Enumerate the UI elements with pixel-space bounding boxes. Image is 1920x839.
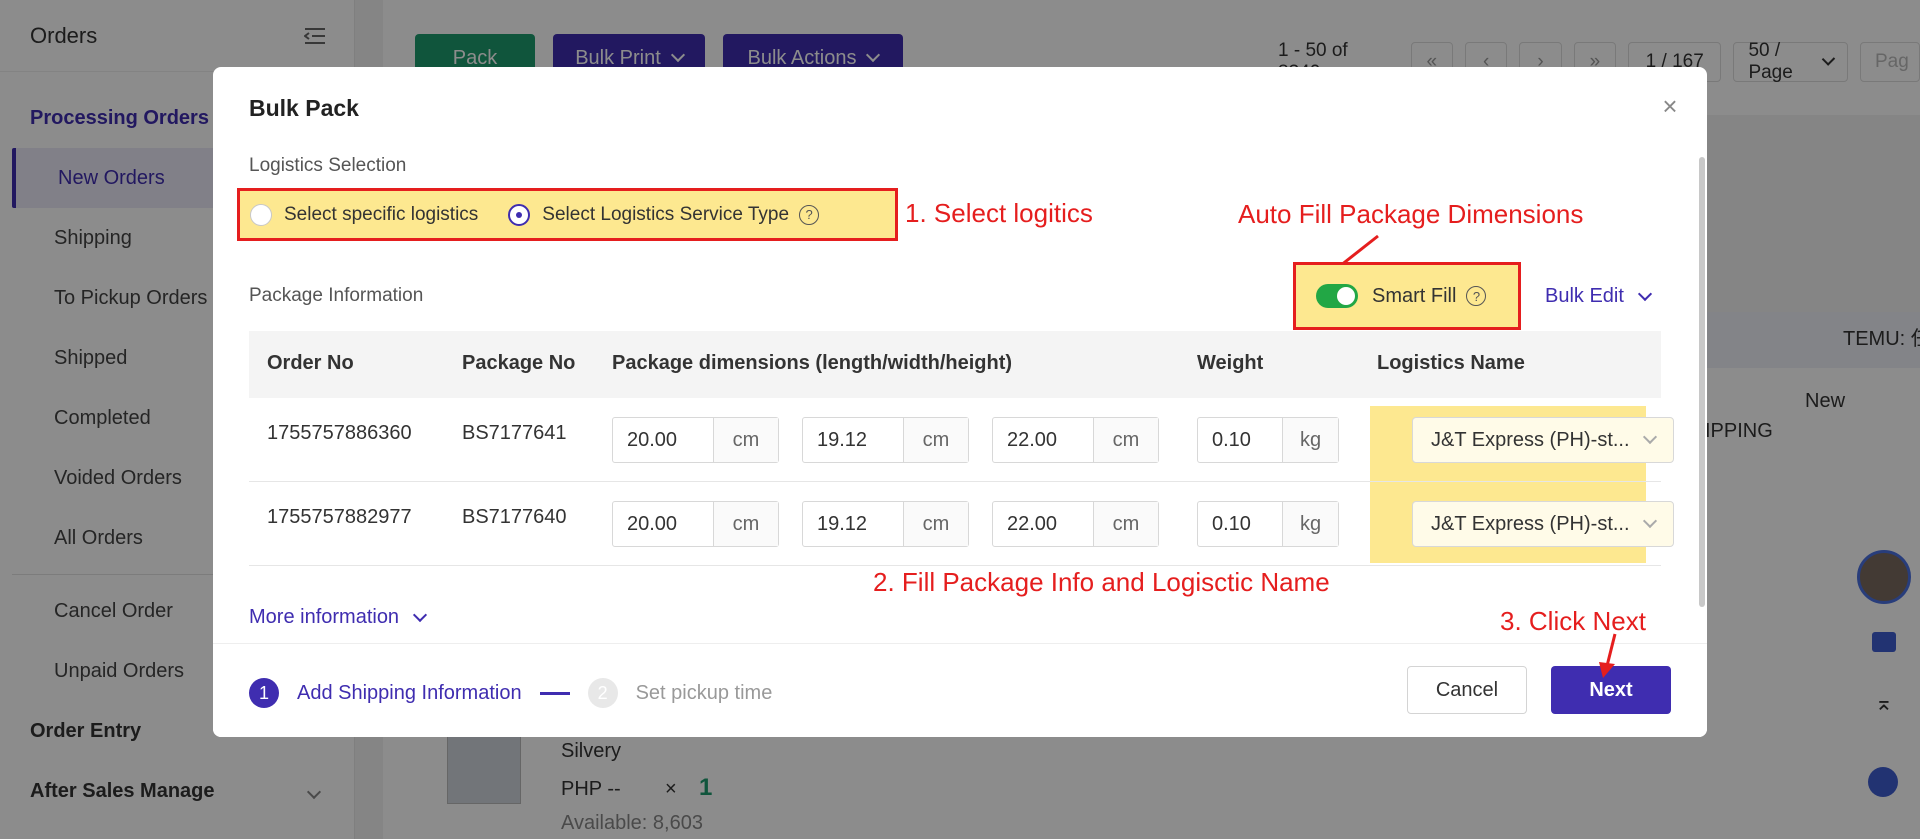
close-icon[interactable]: × bbox=[1657, 93, 1683, 119]
height-value: 22.00 bbox=[993, 418, 1094, 462]
help-icon[interactable]: ? bbox=[1466, 286, 1487, 306]
length-value: 20.00 bbox=[613, 418, 714, 462]
bulk-pack-modal: Bulk Pack × Logistics Selection Select s… bbox=[213, 67, 1707, 737]
table-row: 1755757882977 BS7177640 20.00 cm 19.12 cm … bbox=[249, 482, 1674, 566]
unit-cm: cm bbox=[714, 502, 778, 546]
smart-fill-label: Smart Fill bbox=[1372, 284, 1457, 307]
length-input[interactable]: 20.00 cm bbox=[612, 501, 779, 547]
more-information-toggle[interactable]: More information bbox=[249, 606, 428, 629]
annotation-auto-fill: Auto Fill Package Dimensions bbox=[1238, 199, 1584, 229]
annotation-select-logistics: 1. Select logitics bbox=[905, 198, 1093, 228]
col-dimensions: Package dimensions (length/width/height) bbox=[612, 352, 1013, 374]
modal-scrollbar[interactable] bbox=[1699, 157, 1705, 607]
unit-cm: cm bbox=[904, 502, 968, 546]
weight-value: 0.10 bbox=[1198, 502, 1283, 546]
unit-cm: cm bbox=[1094, 418, 1158, 462]
weight-value: 0.10 bbox=[1198, 418, 1283, 462]
stepper: 1 Add Shipping Information 2 Set pickup … bbox=[249, 678, 772, 708]
package-table: Order No Package No Package dimensions (… bbox=[249, 331, 1674, 566]
radio-label-service: Select Logistics Service Type bbox=[542, 203, 790, 225]
modal-title: Bulk Pack bbox=[249, 95, 359, 121]
col-package-no: Package No bbox=[462, 352, 576, 374]
annotation-fill-info: 2. Fill Package Info and Logisctic Name bbox=[873, 567, 1330, 597]
length-value: 20.00 bbox=[613, 502, 714, 546]
radio-unchecked-icon bbox=[250, 203, 272, 226]
logistics-name-value: J&T Express (PH)-st... bbox=[1431, 512, 1630, 535]
unit-cm: cm bbox=[1094, 502, 1158, 546]
logistics-name-select[interactable]: J&T Express (PH)-st... bbox=[1412, 417, 1674, 463]
package-no-cell: BS7177640 bbox=[462, 506, 567, 528]
step-2-label: Set pickup time bbox=[635, 681, 773, 704]
chevron-down-icon bbox=[1637, 286, 1653, 301]
step-1-number: 1 bbox=[249, 678, 279, 708]
smart-fill-toggle-group: Smart Fill ? bbox=[1293, 262, 1521, 330]
cancel-button-label: Cancel bbox=[1435, 678, 1499, 701]
unit-kg: kg bbox=[1283, 502, 1338, 546]
logistics-name-value: J&T Express (PH)-st... bbox=[1431, 428, 1630, 451]
table-row: 1755757886360 BS7177641 20.00 cm 19.12 cm … bbox=[249, 398, 1674, 482]
height-value: 22.00 bbox=[993, 502, 1094, 546]
step-2-number: 2 bbox=[587, 678, 618, 708]
unit-kg: kg bbox=[1283, 418, 1338, 462]
step-1-label: Add Shipping Information bbox=[297, 681, 522, 704]
width-value: 19.12 bbox=[803, 502, 904, 546]
package-table-header: Order No Package No Package dimensions (… bbox=[249, 331, 1661, 398]
bulk-edit-label: Bulk Edit bbox=[1545, 285, 1624, 307]
col-logistics-name: Logistics Name bbox=[1377, 352, 1525, 374]
package-no-cell: BS7177641 bbox=[462, 422, 567, 444]
smart-fill-toggle[interactable] bbox=[1316, 284, 1358, 308]
weight-input[interactable]: 0.10 kg bbox=[1197, 501, 1339, 547]
logistics-radio-group: Select specific logistics Select Logisti… bbox=[237, 188, 898, 241]
length-input[interactable]: 20.00 cm bbox=[612, 417, 779, 463]
unit-cm: cm bbox=[714, 418, 778, 462]
order-no-cell: 1755757886360 bbox=[267, 422, 412, 444]
bulk-edit-dropdown[interactable]: Bulk Edit bbox=[1545, 285, 1653, 308]
width-value: 19.12 bbox=[803, 418, 904, 462]
chevron-down-icon bbox=[1642, 513, 1658, 529]
col-order-no: Order No bbox=[267, 352, 354, 374]
annotation-arrow-next bbox=[1599, 633, 1617, 678]
unit-cm: cm bbox=[904, 418, 968, 462]
col-weight: Weight bbox=[1197, 352, 1264, 374]
weight-input[interactable]: 0.10 kg bbox=[1197, 417, 1339, 463]
logistics-name-select[interactable]: J&T Express (PH)-st... bbox=[1412, 501, 1674, 547]
order-no-cell: 1755757882977 bbox=[267, 506, 412, 528]
logistics-selection-label: Logistics Selection bbox=[249, 155, 407, 176]
radio-select-service-type[interactable]: Select Logistics Service Type ? bbox=[508, 203, 820, 226]
width-input[interactable]: 19.12 cm bbox=[802, 417, 969, 463]
step-connector bbox=[539, 691, 570, 695]
radio-checked-icon bbox=[508, 203, 531, 226]
height-input[interactable]: 22.00 cm bbox=[992, 501, 1159, 547]
width-input[interactable]: 19.12 cm bbox=[802, 501, 969, 547]
chevron-down-icon bbox=[412, 607, 428, 622]
height-input[interactable]: 22.00 cm bbox=[992, 417, 1159, 463]
chevron-down-icon bbox=[1642, 429, 1658, 445]
radio-label-specific: Select specific logistics bbox=[284, 203, 479, 225]
help-icon[interactable]: ? bbox=[799, 204, 820, 225]
radio-select-specific-logistics[interactable]: Select specific logistics bbox=[250, 203, 479, 226]
package-information-label: Package Information bbox=[249, 285, 424, 306]
more-information-label: More information bbox=[249, 606, 400, 628]
modal-footer: 1 Add Shipping Information 2 Set pickup … bbox=[213, 633, 1707, 737]
cancel-button[interactable]: Cancel bbox=[1407, 666, 1527, 714]
